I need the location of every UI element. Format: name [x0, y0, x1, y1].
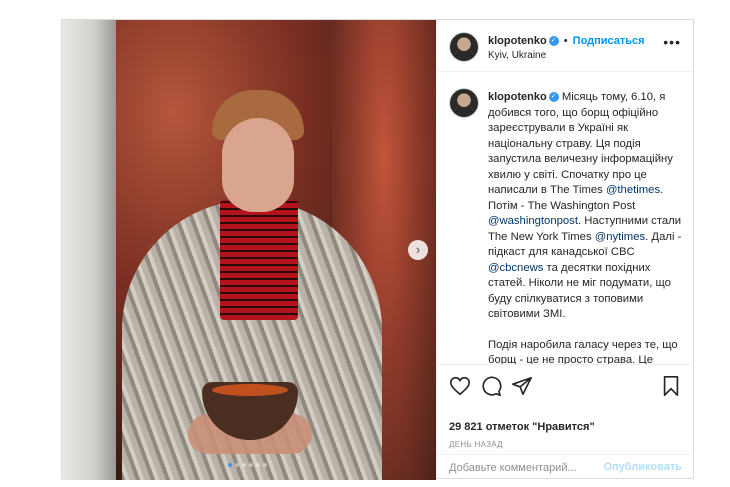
add-comment-row: Опубликовать — [437, 454, 694, 479]
carousel-dot — [256, 463, 260, 467]
post-header: klopotenko ✓ • Подписаться Kyiv, Ukraine … — [437, 20, 693, 72]
caption-username[interactable]: klopotenko — [488, 91, 547, 103]
carousel-dot — [242, 463, 246, 467]
comments-area[interactable]: klopotenko ✓ Місяць тому, 6.10, я добився… — [437, 72, 694, 364]
follow-button[interactable]: Подписаться — [573, 35, 645, 47]
caption-text: Місяць тому, 6.10, я добився того, що бо… — [488, 91, 673, 196]
post-caption: klopotenko ✓ Місяць тому, 6.10, я добився… — [488, 90, 684, 364]
more-options-icon[interactable]: ••• — [663, 34, 681, 50]
comment-input[interactable] — [449, 459, 609, 477]
mention-link[interactable]: @thetimes — [606, 184, 660, 196]
avatar[interactable] — [449, 32, 479, 62]
post-timestamp[interactable]: ДЕНЬ НАЗАД — [449, 440, 503, 449]
caption-paragraph-1: klopotenko ✓ Місяць тому, 6.10, я добився… — [488, 90, 684, 323]
photo-wall — [62, 20, 116, 480]
carousel-dot — [235, 463, 239, 467]
username-link[interactable]: klopotenko — [488, 35, 547, 47]
separator-dot: • — [563, 35, 568, 47]
share-icon[interactable] — [511, 375, 533, 397]
header-line: klopotenko ✓ • Подписаться — [488, 35, 645, 47]
instagram-post: › klopotenko ✓ • Подписаться Kyiv, Ukrain… — [61, 19, 694, 480]
location-link[interactable]: Kyiv, Ukraine — [488, 50, 546, 61]
carousel-dot — [263, 463, 267, 467]
carousel-dot — [249, 463, 253, 467]
photo-soup — [212, 384, 288, 396]
carousel-dot — [228, 463, 232, 467]
post-photo[interactable]: › — [62, 20, 436, 480]
verified-badge-icon: ✓ — [548, 36, 559, 47]
caption-avatar[interactable] — [449, 88, 479, 118]
bookmark-icon[interactable] — [660, 375, 682, 397]
carousel-dots — [228, 463, 267, 467]
verified-badge-icon: ✓ — [548, 92, 559, 103]
post-sidebar: klopotenko ✓ • Подписаться Kyiv, Ukraine … — [436, 20, 694, 478]
mention-link[interactable]: @nytimes — [595, 231, 645, 243]
likes-count[interactable]: 29 821 отметок "Нравится" — [449, 421, 595, 433]
mention-link[interactable]: @cbcnews — [488, 262, 543, 274]
photo-face — [222, 118, 294, 212]
publish-button[interactable]: Опубликовать — [603, 461, 682, 473]
post-actions: 29 821 отметок "Нравится" ДЕНЬ НАЗАД Опу… — [437, 364, 694, 478]
mention-link[interactable]: @washingtonpost — [488, 215, 578, 227]
photo-shirt — [220, 200, 298, 320]
caption-paragraph-2: Подія наробила галасу через те, що борщ … — [488, 338, 678, 365]
heart-icon[interactable] — [449, 375, 471, 397]
comment-icon[interactable] — [480, 375, 502, 397]
chevron-right-icon[interactable]: › — [408, 240, 428, 260]
